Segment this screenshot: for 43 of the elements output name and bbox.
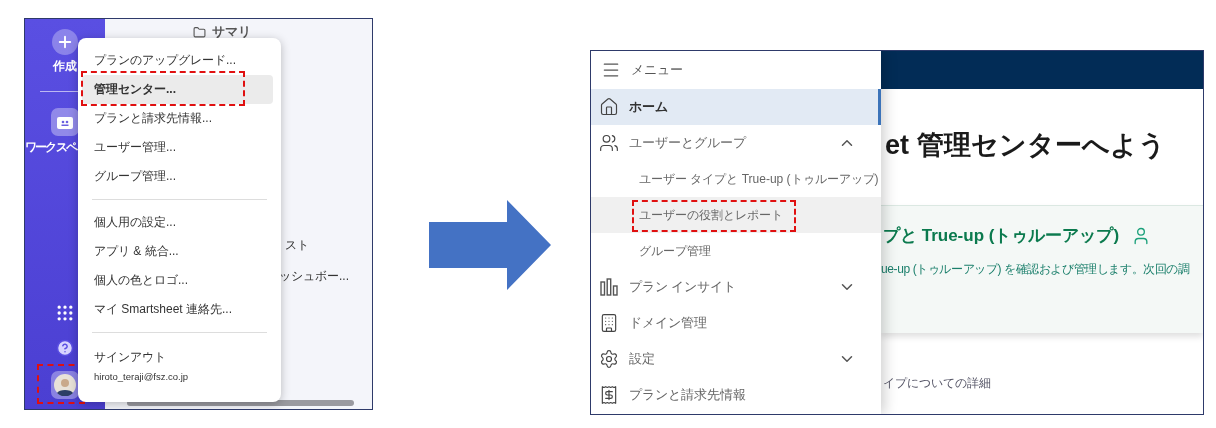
apps-grid-icon[interactable] — [55, 303, 75, 323]
sign-out-item[interactable]: サインアウト — [94, 349, 281, 366]
menu-item[interactable]: ユーザー管理... — [82, 133, 273, 162]
menu-item[interactable]: プランのアップグレード... — [82, 46, 273, 75]
menu-item[interactable]: アプリ & 統合... — [82, 237, 273, 266]
nav-subitem[interactable]: ユーザー タイプと True-up (トゥルーアップ) — [591, 161, 881, 197]
nav-icon — [599, 385, 619, 405]
page-heading: et 管理センターへよう — [885, 129, 1167, 162]
right-arrow-icon — [429, 200, 551, 290]
nav-icon — [599, 133, 619, 153]
avatar[interactable] — [51, 371, 79, 399]
page-title: サマリ — [193, 23, 372, 41]
menu-item[interactable]: 個人の色とロゴ... — [82, 266, 273, 295]
list-item[interactable]: スト — [285, 237, 372, 254]
nav-item[interactable]: プラン インサイト — [591, 269, 881, 305]
workspace-label: ワークスペ — [25, 139, 76, 156]
nav-subitem[interactable]: ユーザーの役割とレポート — [591, 197, 881, 233]
list-item[interactable]: ッシュボー... — [279, 268, 372, 285]
menu-item[interactable]: プランと請求先情報... — [82, 104, 273, 133]
help-icon[interactable] — [56, 339, 74, 357]
account-email: hiroto_teraji@fsz.co.jp — [94, 371, 190, 382]
menu-item[interactable]: グループ管理... — [82, 162, 273, 191]
create-button[interactable] — [52, 29, 78, 55]
nav-item[interactable]: プランと請求先情報 — [591, 377, 881, 413]
nav-item[interactable]: ドメイン管理 — [591, 305, 881, 341]
nav-icon — [599, 349, 619, 369]
nav-icon — [599, 313, 619, 333]
plus-icon — [56, 33, 74, 51]
nav-subitem[interactable]: グループ管理 — [591, 233, 881, 269]
menu-title: メニュー — [631, 61, 683, 79]
card-title: プと True-up (トゥルーアップ) — [883, 225, 1120, 247]
nav-item[interactable]: ホーム — [591, 89, 881, 125]
nav-item[interactable]: ユーザーとグループ — [591, 125, 881, 161]
card-text: ue-up (トゥルーアップ) を確認および管理します。次回の調 — [881, 261, 1191, 278]
menu-item[interactable]: マイ Smartsheet 連絡先... — [82, 295, 273, 324]
workspace-icon[interactable] — [51, 108, 79, 136]
menu-item[interactable]: 個人用の設定... — [82, 208, 273, 237]
folder-icon — [193, 25, 206, 39]
nav-icon — [599, 97, 619, 117]
nav-item[interactable]: 設定 — [591, 341, 881, 377]
details-link[interactable]: イプについての詳細 — [883, 375, 1203, 392]
create-label: 作成 — [53, 58, 77, 75]
bar-chart-icon — [599, 277, 619, 297]
